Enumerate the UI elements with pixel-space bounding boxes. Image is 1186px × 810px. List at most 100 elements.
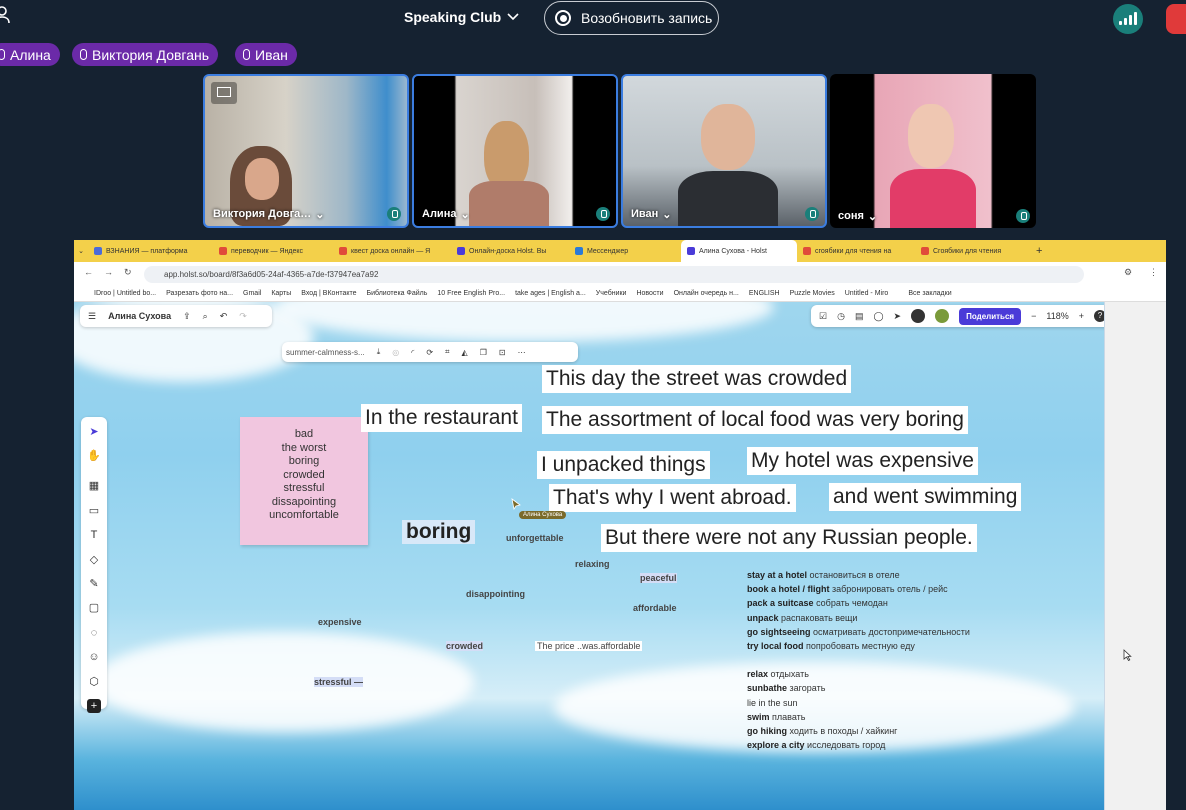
cursor-follow-icon[interactable]: ➤: [894, 311, 902, 322]
connection-quality-button[interactable]: [1113, 4, 1143, 34]
hand-tool-icon[interactable]: ✋: [87, 449, 101, 463]
pen-tool-icon[interactable]: ✎: [87, 577, 101, 591]
replace-icon[interactable]: ⟳: [426, 348, 433, 357]
sentence-text[interactable]: This day the street was crowded: [542, 365, 852, 393]
notes-icon[interactable]: ▤: [855, 311, 864, 322]
address-bar[interactable]: app.holst.so/board/8f3a6d05-24af-4365-a7…: [144, 266, 1084, 283]
user-icon[interactable]: [0, 6, 10, 24]
tab-search-icon[interactable]: ⌄: [74, 247, 88, 255]
word-label[interactable]: affordable: [633, 603, 677, 613]
board-owner[interactable]: Алина Сухова: [108, 311, 171, 321]
add-tool-icon[interactable]: +: [87, 699, 101, 713]
style-icon[interactable]: ◎: [392, 348, 399, 357]
chevron-down-icon[interactable]: ⌄: [868, 210, 877, 223]
comment-tool-icon[interactable]: ◌: [87, 626, 101, 640]
browser-tab[interactable]: сгоябики для чтения на: [797, 240, 915, 262]
lock-icon[interactable]: ⊡: [499, 348, 506, 357]
back-icon[interactable]: ←: [84, 267, 93, 277]
video-tile[interactable]: соня ⌄: [830, 74, 1036, 228]
video-tile[interactable]: Иван ⌄: [621, 74, 827, 228]
bookmark[interactable]: ENGLISH: [749, 290, 780, 297]
bookmark[interactable]: Учебники: [596, 290, 627, 297]
corner-radius-icon[interactable]: ◜: [411, 348, 414, 357]
sentence-text[interactable]: That's why I went abroad.: [549, 484, 796, 512]
word-label[interactable]: relaxing: [575, 559, 610, 569]
bookmark[interactable]: Разрезать фото на...: [166, 290, 233, 297]
word-label[interactable]: crowded: [446, 641, 484, 651]
bookmark[interactable]: Puzzle Movies: [790, 290, 835, 297]
all-bookmarks[interactable]: Все закладки: [908, 290, 951, 297]
text-tool-icon[interactable]: T: [87, 528, 101, 542]
bookmark[interactable]: Новости: [636, 290, 663, 297]
file-label[interactable]: summer-calmness-s...: [286, 348, 365, 357]
shapes-tool-icon[interactable]: ◇: [87, 553, 101, 567]
word-label[interactable]: disappointing: [466, 589, 525, 599]
bookmark[interactable]: Карты: [271, 290, 291, 297]
bookmark[interactable]: 10 Free English Pro...: [437, 290, 505, 297]
video-tile[interactable]: Алина ⌄: [412, 74, 618, 228]
share-button[interactable]: Поделиться: [959, 307, 1022, 325]
new-tab-icon[interactable]: +: [1036, 245, 1042, 257]
leave-call-button[interactable]: [1166, 4, 1186, 34]
extensions-icon[interactable]: ⚙: [1124, 267, 1132, 278]
sentence-text[interactable]: I unpacked things: [537, 451, 710, 479]
chevron-down-icon[interactable]: ⌄: [662, 208, 671, 221]
sentence-text[interactable]: and went swimming: [829, 483, 1022, 511]
word-label[interactable]: expensive: [318, 617, 362, 627]
menu-icon[interactable]: ⋮: [1149, 267, 1158, 278]
emoji-tool-icon[interactable]: ☺: [87, 650, 101, 664]
timer-icon[interactable]: ◷: [837, 311, 845, 322]
forward-icon[interactable]: →: [104, 267, 113, 277]
avatar[interactable]: [911, 309, 926, 323]
browser-tab[interactable]: квест доска онлайн — Я: [333, 240, 451, 262]
bookmark[interactable]: take ages | English a...: [515, 290, 586, 297]
undo-icon[interactable]: ↶: [220, 311, 228, 322]
bookmark[interactable]: Gmail: [243, 290, 261, 297]
video-tile[interactable]: Виктория Довга… ⌄: [203, 74, 409, 228]
browser-tab[interactable]: переводчик — Яндекс: [213, 240, 333, 262]
browser-tab[interactable]: Мессенджер: [569, 240, 681, 262]
menu-icon[interactable]: ☰: [88, 311, 96, 322]
help-icon[interactable]: ?: [1093, 310, 1104, 322]
share-upload-icon[interactable]: ⇪: [183, 311, 191, 322]
select-tool-icon[interactable]: ➤: [87, 425, 101, 439]
sentence-text[interactable]: The assortment of local food was very bo…: [542, 406, 968, 434]
comment-icon[interactable]: ◯: [873, 311, 883, 322]
club-title-dropdown[interactable]: Speaking Club: [404, 9, 519, 25]
crop-icon[interactable]: ⌗: [445, 347, 450, 357]
word-label[interactable]: stressful —: [314, 677, 364, 687]
more-icon[interactable]: ⋯: [518, 348, 526, 357]
vocabulary-list[interactable]: stay at a hotel остановиться в отеле boo…: [747, 568, 970, 752]
bookmark[interactable]: Библиотека Файль: [367, 290, 428, 297]
search-icon[interactable]: ⌕: [203, 311, 208, 322]
bookmark[interactable]: Вход | ВКонтакте: [301, 290, 356, 297]
reload-icon[interactable]: ↻: [124, 267, 132, 278]
word-boring[interactable]: boring: [402, 520, 476, 544]
layers-icon[interactable]: ❐: [480, 348, 487, 357]
zoom-out-icon[interactable]: −: [1031, 311, 1036, 321]
zoom-level[interactable]: 118%: [1046, 311, 1068, 321]
zoom-in-icon[interactable]: +: [1079, 311, 1084, 321]
resume-recording-button[interactable]: Возобновить запись: [544, 1, 719, 35]
bookmark[interactable]: IDroo | Untitled bo...: [94, 290, 156, 297]
browser-tab-active[interactable]: Алина Сухова - Holst: [681, 240, 797, 262]
sticky-note-tool-icon[interactable]: ▭: [87, 504, 101, 518]
sentence-text[interactable]: In the restaurant: [361, 404, 522, 432]
whiteboard-canvas[interactable]: ☰ Алина Сухова ⇪ ⌕ ↶ ↷ ☑ ◷ ▤ ◯ ➤ Поделит…: [74, 302, 1104, 810]
flip-icon[interactable]: ◭: [462, 348, 468, 357]
bookmark[interactable]: Untitled - Miro: [845, 290, 889, 297]
3d-tool-icon[interactable]: ⬡: [87, 675, 101, 689]
sticky-note[interactable]: bad the worst boring crowded stressful d…: [240, 417, 368, 545]
checklist-icon[interactable]: ☑: [819, 311, 827, 322]
price-note[interactable]: The price ..was.affordable: [535, 641, 643, 651]
bookmark[interactable]: Онлайн очередь н...: [674, 290, 739, 297]
redo-icon[interactable]: ↷: [239, 311, 247, 322]
word-label[interactable]: peaceful: [640, 573, 677, 583]
browser-tab[interactable]: ВЗНАНИЯ — платформа: [88, 240, 213, 262]
frame-tool-icon[interactable]: ▦: [87, 479, 101, 493]
browser-tab[interactable]: Сгоябики для чтения: [915, 240, 1030, 262]
upload-tool-icon[interactable]: ▢: [87, 601, 101, 615]
chevron-down-icon[interactable]: ⌄: [315, 208, 324, 221]
avatar[interactable]: [935, 309, 950, 323]
word-label[interactable]: unforgettable: [506, 533, 564, 543]
